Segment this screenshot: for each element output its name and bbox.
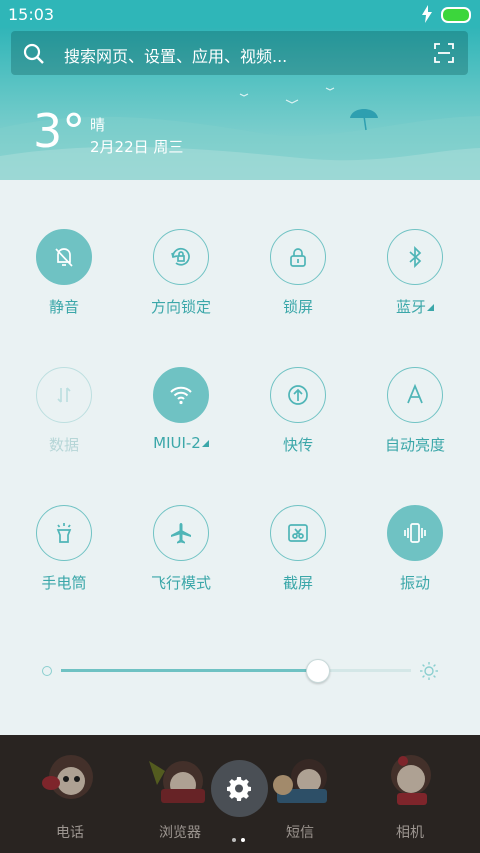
- bell-off-icon: [55, 248, 73, 267]
- bolt-icon: [422, 5, 432, 23]
- mobile-data-icon: [57, 387, 71, 403]
- toggle-auto-brightness-label: 自动亮度: [384, 436, 445, 454]
- toggle-rotation-lock[interactable]: 方向锁定: [128, 229, 238, 339]
- toggle-screenshot-circle[interactable]: [270, 505, 326, 561]
- share-upload-icon: [288, 385, 308, 405]
- bluetooth-icon: [409, 245, 422, 269]
- expand-indicator-icon: [427, 304, 434, 311]
- quick-settings-panel: 静音 方向锁定 锁屏 蓝牙 数据 MIUI-2 快传 自动亮度 手电筒 飞行模式…: [0, 180, 480, 735]
- toggle-rotation-lock-label: 方向锁定: [150, 298, 211, 316]
- notification-header: 搜索网页、设置、应用、视频... 3° 晴 2月22日 周三: [0, 28, 480, 180]
- toggle-bluetooth-circle[interactable]: [387, 229, 443, 285]
- lock-icon: [290, 248, 306, 267]
- toggle-mute[interactable]: 静音: [11, 229, 121, 339]
- gear-icon: [227, 776, 251, 801]
- toggle-airplane-mode-label: 飞行模式: [150, 574, 211, 592]
- toggle-wifi-label: MIUI-2: [128, 434, 234, 452]
- toggle-screenshot[interactable]: 截屏: [245, 505, 355, 615]
- expand-indicator-icon: [201, 440, 209, 447]
- brightness-low-icon: [42, 666, 52, 676]
- toggle-mobile-data[interactable]: 数据: [11, 367, 121, 477]
- toggle-lock-screen-label: 锁屏: [282, 298, 313, 316]
- toggle-airplane-mode-circle[interactable]: [153, 505, 209, 561]
- toggle-screenshot-label: 截屏: [282, 574, 313, 592]
- auto-brightness-icon: [407, 383, 423, 404]
- toggle-mute-label: 静音: [48, 298, 79, 316]
- page-dot: [232, 838, 236, 842]
- page-dot-current: [241, 838, 245, 842]
- toggle-rotation-lock-circle[interactable]: [153, 229, 209, 285]
- toggle-mobile-data-label: 数据: [48, 436, 79, 454]
- page-indicator: [232, 827, 250, 846]
- status-bar: 15:03: [0, 0, 480, 28]
- brightness-slider-fill: [61, 669, 317, 672]
- toggle-flashlight[interactable]: 手电筒: [11, 505, 121, 615]
- flashlight-icon: [56, 523, 72, 543]
- toggle-quick-share[interactable]: 快传: [245, 367, 355, 477]
- rotation-lock-icon: [171, 247, 190, 266]
- toggle-lock-screen[interactable]: 锁屏: [245, 229, 355, 339]
- toggle-vibrate[interactable]: 振动: [362, 505, 472, 615]
- toggle-auto-brightness-circle[interactable]: [387, 367, 443, 423]
- airplane-icon: [171, 523, 191, 544]
- vibrate-icon: [404, 523, 426, 543]
- toggle-auto-brightness[interactable]: 自动亮度: [362, 367, 472, 477]
- battery-icon: [441, 7, 471, 23]
- search-bar[interactable]: 搜索网页、设置、应用、视频...: [11, 31, 468, 75]
- search-placeholder: 搜索网页、设置、应用、视频...: [64, 47, 288, 66]
- brightness-high-icon: [420, 662, 438, 680]
- toggle-flashlight-circle[interactable]: [36, 505, 92, 561]
- toggle-vibrate-label: 振动: [399, 574, 430, 592]
- toggle-flashlight-label: 手电筒: [41, 574, 87, 592]
- brightness-slider[interactable]: [61, 659, 411, 683]
- toggle-wifi-circle[interactable]: [153, 367, 209, 423]
- toggle-bluetooth[interactable]: 蓝牙: [362, 229, 472, 339]
- toggle-mute-circle[interactable]: [36, 229, 92, 285]
- date-label: 2月22日 周三: [90, 138, 184, 156]
- wifi-icon: [170, 386, 192, 405]
- toggle-vibrate-circle[interactable]: [387, 505, 443, 561]
- toggle-wifi[interactable]: MIUI-2: [128, 367, 238, 477]
- weather-condition: 晴: [90, 116, 106, 134]
- toggle-airplane-mode[interactable]: 飞行模式: [128, 505, 238, 615]
- screenshot-icon: [288, 524, 308, 542]
- toggle-lock-screen-circle[interactable]: [270, 229, 326, 285]
- settings-button[interactable]: [211, 760, 268, 817]
- toggle-quick-share-label: 快传: [282, 436, 313, 454]
- brightness-slider-thumb[interactable]: [305, 659, 330, 683]
- temperature: 3°: [33, 104, 86, 158]
- toggle-mobile-data-circle[interactable]: [36, 367, 92, 423]
- toggle-quick-share-circle[interactable]: [270, 367, 326, 423]
- scan-icon[interactable]: [434, 43, 454, 63]
- search-icon: [23, 43, 44, 64]
- toggle-bluetooth-label: 蓝牙: [362, 296, 468, 317]
- clock: 15:03: [8, 5, 55, 24]
